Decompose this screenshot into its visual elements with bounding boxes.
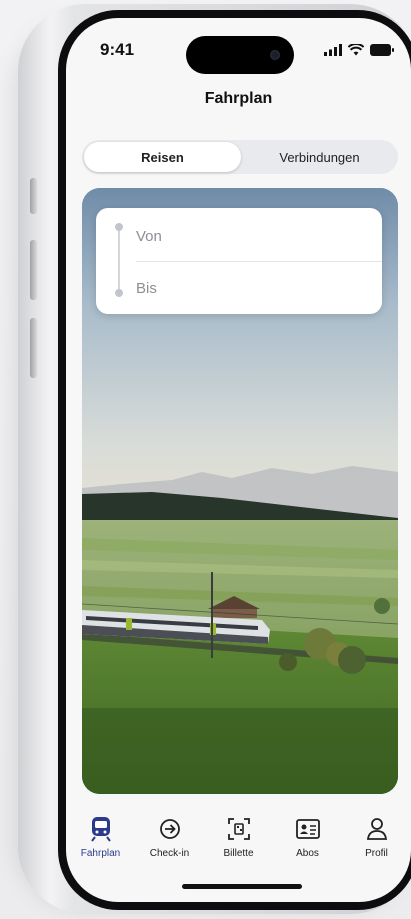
- route-input-card: [96, 208, 382, 314]
- dynamic-island: [186, 36, 294, 74]
- phone-volume-up: [30, 240, 37, 300]
- segment-verbindungen[interactable]: Verbindungen: [241, 142, 398, 172]
- phone-volume-down: [30, 318, 37, 378]
- tab-profil[interactable]: Profil: [346, 816, 408, 859]
- destination-dot-icon: [115, 289, 123, 297]
- hero-landscape-image: [82, 188, 398, 794]
- status-time: 9:41: [100, 40, 135, 59]
- page-title: Fahrplan: [204, 90, 273, 107]
- segmented-control: Reisen Verbindungen: [82, 140, 398, 174]
- id-card-icon: [295, 816, 321, 842]
- tab-label: Abos: [296, 848, 319, 859]
- home-indicator[interactable]: [182, 884, 302, 889]
- bottom-tab-bar: Fahrplan Check-in Billette Abos Profil: [66, 802, 411, 882]
- route-connector-line: [118, 226, 120, 296]
- ticket-qr-icon: [226, 816, 252, 842]
- app-screen: 9:41 Fahrplan Reisen Verbindungen Von Bi…: [66, 18, 411, 902]
- camera-icon: [270, 50, 280, 60]
- tab-fahrplan[interactable]: Fahrplan: [70, 816, 132, 859]
- person-icon: [364, 816, 390, 842]
- battery-icon: [370, 44, 394, 56]
- tab-label: Profil: [365, 848, 388, 859]
- origin-dot-icon: [115, 223, 123, 231]
- tab-label: Billette: [223, 848, 254, 859]
- train-icon: [88, 816, 114, 842]
- tab-check-in[interactable]: Check-in: [139, 816, 201, 859]
- segment-reisen[interactable]: Reisen: [84, 142, 241, 172]
- tab-billette[interactable]: Billette: [208, 816, 270, 859]
- phone-mute-switch: [30, 178, 37, 214]
- check-in-arrow-icon: [157, 816, 183, 842]
- route-divider: [136, 261, 382, 262]
- status-icons: [324, 44, 394, 56]
- tab-label: Check-in: [149, 848, 190, 859]
- from-input[interactable]: [136, 214, 372, 258]
- tab-abos[interactable]: Abos: [277, 816, 339, 859]
- cellular-signal-icon: [324, 44, 342, 56]
- wifi-icon: [348, 44, 364, 56]
- tab-label: Fahrplan: [80, 848, 121, 859]
- to-input[interactable]: [136, 266, 372, 310]
